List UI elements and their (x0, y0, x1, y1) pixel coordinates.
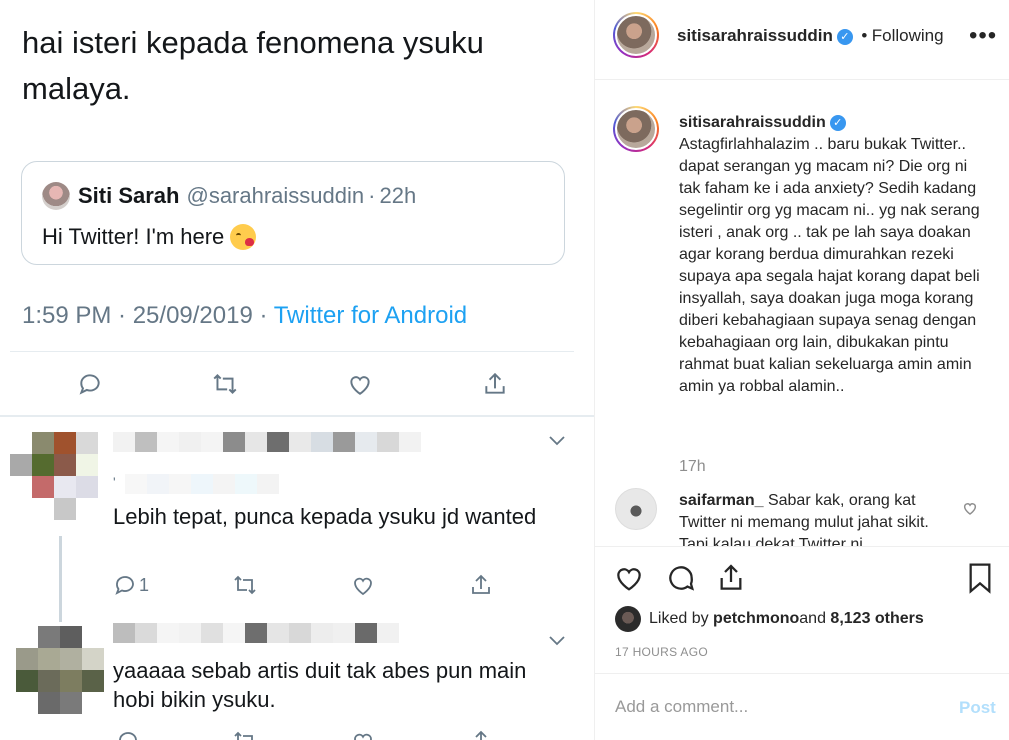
caption-text: Astagfirlahhalazim .. baru bukak Twitter… (679, 136, 980, 395)
reply-icon[interactable] (113, 726, 143, 740)
tweet-text: hai isteri kepada fenomena ysuku malaya. (22, 25, 484, 106)
bookmark-icon[interactable] (965, 562, 995, 599)
comment-input[interactable]: Add a comment... (615, 697, 748, 717)
comment-icon[interactable] (665, 562, 697, 599)
verified-badge-icon: ✓ (836, 28, 853, 45)
like-icon[interactable] (348, 726, 378, 740)
retweet-icon[interactable] (230, 726, 260, 740)
quoted-author-handle: @sarahraissuddin (186, 183, 365, 208)
reply-icon (115, 576, 134, 595)
heart-icon[interactable] (613, 562, 645, 599)
avatar[interactable] (615, 488, 657, 530)
chevron-down-icon[interactable] (548, 630, 566, 651)
header-username[interactable]: sitisarahraissuddin (677, 26, 833, 45)
quoted-text: Hi Twitter! I'm here (42, 224, 225, 249)
tweet-timestamp[interactable]: 1:59 PM · 25/09/2019 · (22, 302, 274, 329)
caption-time[interactable]: 17h (679, 458, 706, 476)
instagram-panel: sitisarahraissuddin ✓ • Following ••• sit… (594, 0, 1009, 740)
avatar[interactable] (42, 182, 70, 210)
share-icon[interactable] (480, 369, 510, 399)
more-options-icon[interactable]: ••• (969, 22, 997, 50)
reply-icon[interactable] (75, 369, 105, 399)
likes-summary: Liked by petchmono and 8,123 others (615, 606, 924, 632)
comment: saifarman_ Sabar kak, orang kat Twitter … (679, 490, 949, 546)
tweet-meta: 1:59 PM · 25/09/2019 · Twitter for Andro… (22, 302, 467, 330)
liked-by-user[interactable]: petchmono (713, 610, 799, 628)
divider (595, 546, 1009, 547)
divider (10, 351, 574, 352)
avatar[interactable] (613, 12, 659, 58)
reply-button[interactable]: 1 (113, 570, 153, 600)
quoted-tweet-body: Hi Twitter! I'm here (42, 224, 257, 250)
tweet-actions (0, 369, 594, 399)
reply-tweet[interactable]: yaaaaa sebab artis duit tak abes pun mai… (0, 616, 594, 740)
chevron-down-icon[interactable] (548, 430, 566, 451)
likes-count[interactable]: 8,123 others (830, 610, 923, 628)
retweet-icon[interactable] (210, 369, 240, 399)
likes-prefix: Liked by (649, 610, 709, 627)
quoted-time[interactable]: 22h (379, 183, 416, 209)
post-button[interactable]: Post (959, 698, 996, 718)
caption-username[interactable]: sitisarahraissuddin (679, 114, 826, 131)
avatar[interactable] (615, 606, 641, 632)
reply-actions (0, 726, 594, 740)
like-icon[interactable] (348, 570, 378, 600)
post-time-ago[interactable]: 17 HOURS AGO (615, 645, 708, 659)
caption-username-line: sitisarahraissuddin ✓ (679, 112, 989, 134)
share-icon[interactable] (715, 562, 747, 599)
reply-actions: 1 (0, 570, 594, 600)
handle-fragment: ' (113, 474, 116, 490)
kissing-face-icon (230, 224, 257, 250)
retweet-icon[interactable] (230, 570, 260, 600)
comment-like-icon[interactable] (962, 500, 978, 521)
share-icon[interactable] (466, 570, 496, 600)
post-caption: sitisarahraissuddin ✓ Astagfirlahhalazim … (679, 112, 989, 398)
reply-count: 1 (139, 574, 150, 595)
blurred-user-name (113, 623, 399, 643)
separator-dot: • (861, 26, 868, 45)
reply-text: Lebih tepat, punca kepada ysuku jd wante… (113, 504, 537, 529)
header-user-line: sitisarahraissuddin ✓ • Following (677, 26, 944, 46)
share-icon[interactable] (466, 726, 496, 740)
comment-username[interactable]: saifarman_ (679, 492, 764, 509)
reply-text: yaaaaa sebab artis duit tak abes pun mai… (113, 658, 527, 712)
tweet-source-link[interactable]: Twitter for Android (274, 302, 467, 329)
separator-dot: · (368, 183, 376, 208)
avatar[interactable] (16, 626, 104, 714)
avatar[interactable] (10, 432, 98, 520)
following-button[interactable]: Following (872, 26, 944, 45)
likes-middle: and (799, 610, 826, 627)
verified-badge-icon: ✓ (829, 114, 846, 131)
like-icon[interactable] (345, 369, 375, 399)
blurred-user-handle: ' (113, 474, 279, 494)
reply-tweet[interactable]: ' Lebih tepat, punca kepada ysuku jd wan… (0, 416, 594, 622)
quoted-author-name[interactable]: Siti Sarah (78, 183, 179, 209)
divider (595, 673, 1009, 674)
avatar[interactable] (613, 106, 659, 152)
blurred-user-name (113, 432, 421, 452)
quoted-tweet[interactable]: Siti Sarah @sarahraissuddin · 22h Hi Twi… (21, 161, 565, 265)
post-header: sitisarahraissuddin ✓ • Following ••• (595, 0, 1009, 80)
twitter-panel: hai isteri kepada fenomena ysuku malaya.… (0, 0, 594, 740)
quoted-tweet-header: Siti Sarah @sarahraissuddin · 22h (42, 182, 416, 210)
